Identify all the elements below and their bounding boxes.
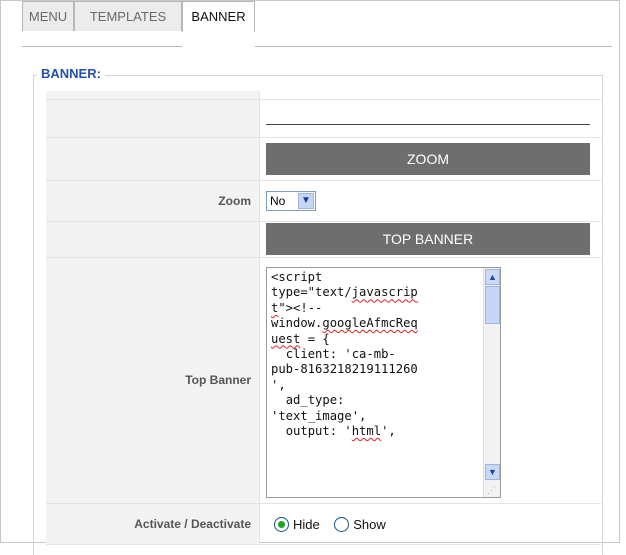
separator-line	[266, 124, 590, 125]
section-title: BANNER:	[37, 66, 105, 81]
settings-panel: MENU TEMPLATES BANNER BANNER: ZOOM Zoom …	[0, 0, 620, 555]
tab-banner[interactable]: BANNER	[182, 1, 255, 32]
textarea-scrollbar[interactable]: ▲ ▼	[483, 268, 500, 497]
activate-label: Activate / Deactivate	[134, 517, 251, 531]
zoom-section-header: ZOOM	[266, 143, 590, 175]
scroll-down-icon[interactable]: ▼	[485, 464, 500, 480]
zoom-select[interactable]: No ▼	[266, 191, 316, 211]
radio-hide-label[interactable]: Hide	[293, 517, 320, 532]
resize-grip-icon[interactable]: ⋰	[487, 484, 499, 496]
tab-menu[interactable]: MENU	[22, 1, 74, 31]
tab-templates[interactable]: TEMPLATES	[74, 1, 182, 31]
radio-show-label[interactable]: Show	[353, 517, 386, 532]
top-banner-label: Top Banner	[185, 373, 251, 387]
scroll-thumb[interactable]	[485, 286, 500, 324]
top-banner-section-header: TOP BANNER	[266, 223, 590, 255]
top-banner-textarea[interactable]: <script type="text/javascrip t"><!-- win…	[266, 267, 501, 498]
zoom-label: Zoom	[218, 194, 251, 208]
scroll-up-icon[interactable]: ▲	[485, 269, 500, 285]
radio-show[interactable]	[334, 517, 350, 533]
zoom-select-value: No	[270, 194, 286, 208]
top-banner-code: <script type="text/javascrip t"><!-- win…	[271, 270, 418, 439]
visibility-radio-group: Hide Show	[274, 516, 396, 534]
radio-hide[interactable]	[274, 517, 289, 533]
chevron-down-icon[interactable]: ▼	[298, 193, 314, 209]
